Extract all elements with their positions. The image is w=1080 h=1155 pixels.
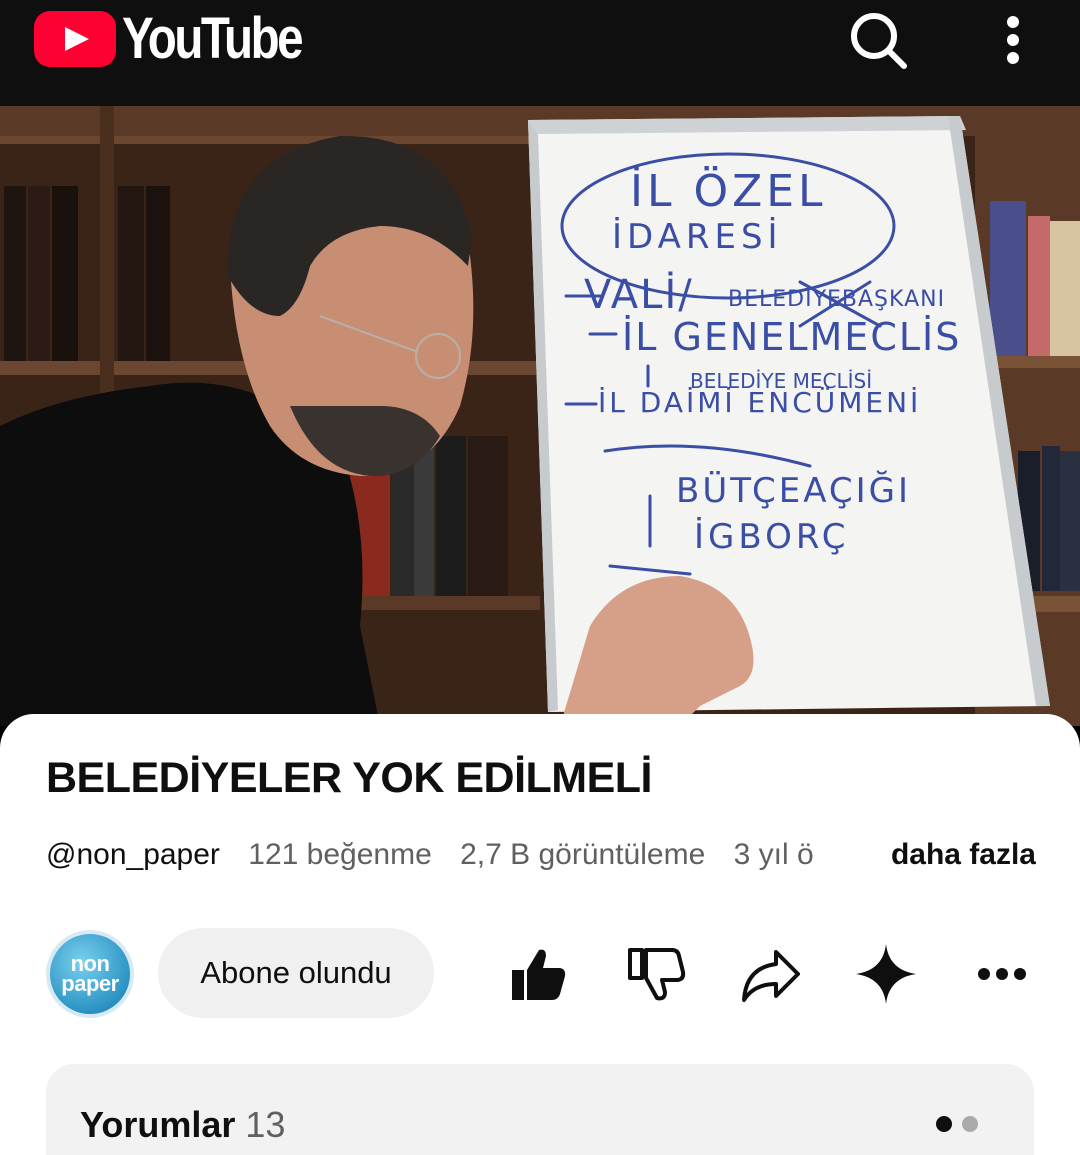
subscribe-button[interactable]: Abone olundu — [158, 928, 434, 1018]
avatar-text-line2: paper — [61, 971, 119, 996]
svg-text:VALİ/: VALİ/ — [584, 270, 694, 318]
channel-handle[interactable]: @non_paper — [46, 838, 220, 872]
video-metadata-row[interactable]: @non_paper 121 beğenme 2,7 B görüntüleme… — [46, 838, 1036, 882]
svg-text:BELEDİYEBAŞKANI: BELEDİYEBAŞKANI — [728, 286, 945, 312]
video-player[interactable]: İL ÖZEL İDARESİ VALİ/ BELEDİYEBAŞKANI İL… — [0, 106, 1080, 726]
upload-age: 3 yıl ö — [733, 838, 814, 871]
more-horiz-icon[interactable] — [974, 944, 1034, 1004]
play-logo-icon — [34, 11, 116, 67]
comments-count: 13 — [245, 1104, 286, 1145]
svg-text:İGBORÇ: İGBORÇ — [694, 517, 850, 557]
action-row: non paper Abone olundu — [0, 926, 1080, 1018]
comments-header: Yorumlar 13 — [80, 1104, 285, 1146]
svg-text:İL ÖZEL: İL ÖZEL — [630, 165, 827, 217]
like-count: 121 beğenme — [248, 838, 432, 871]
indicator-dot-active — [936, 1116, 952, 1132]
video-title[interactable]: BELEDİYELER YOK EDİLMELİ — [46, 754, 653, 803]
more-link[interactable]: daha fazla — [830, 838, 1036, 882]
svg-text:İL DAİMİ ENCÜMENİ: İL DAİMİ ENCÜMENİ — [598, 385, 921, 419]
view-count: 2,7 B görüntüleme — [460, 838, 706, 871]
svg-text:İL GENELMECLİS: İL GENELMECLİS — [622, 315, 961, 359]
thumbs-up-icon[interactable] — [508, 944, 568, 1004]
video-info-panel: BELEDİYELER YOK EDİLMELİ @non_paper 121 … — [0, 714, 1080, 1155]
youtube-logo[interactable]: YouTube — [34, 10, 340, 68]
more-vert-icon[interactable] — [996, 12, 1030, 68]
comments-section[interactable]: Yorumlar 13 — [46, 1064, 1034, 1155]
indicator-dot — [962, 1116, 978, 1132]
top-app-bar: YouTube — [0, 0, 1080, 106]
svg-text:İDARESİ: İDARESİ — [612, 217, 783, 257]
sparkle-icon[interactable] — [856, 944, 916, 1004]
comments-label: Yorumlar — [80, 1104, 236, 1145]
carousel-indicator — [936, 1116, 978, 1132]
svg-text:BÜTÇEAÇIĞI: BÜTÇEAÇIĞI — [676, 470, 911, 511]
video-frame: İL ÖZEL İDARESİ VALİ/ BELEDİYEBAŞKANI İL… — [0, 106, 1080, 726]
thumbs-down-icon[interactable] — [626, 944, 686, 1004]
search-icon[interactable] — [846, 8, 910, 72]
channel-avatar[interactable]: non paper — [46, 930, 134, 1018]
logo-text: YouTube — [122, 6, 304, 71]
share-icon[interactable] — [740, 944, 800, 1004]
